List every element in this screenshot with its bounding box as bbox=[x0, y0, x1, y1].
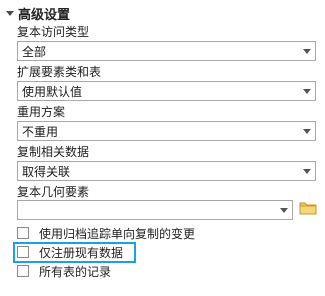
reuse-schema-value: 不重用 bbox=[22, 124, 59, 139]
archive-one-way-checkbox[interactable] bbox=[17, 227, 29, 239]
replicate-related-value: 取得关联 bbox=[22, 164, 71, 179]
folder-icon[interactable] bbox=[299, 200, 317, 216]
all-records-label: 所有表的记录 bbox=[39, 264, 112, 279]
dropdown-arrow-icon[interactable] bbox=[299, 162, 315, 180]
section-title: 高级设置 bbox=[18, 7, 71, 23]
all-records-checkbox[interactable] bbox=[17, 265, 29, 277]
reuse-schema-label: 重用方案 bbox=[17, 105, 66, 119]
advanced-settings-header[interactable]: 高级设置 bbox=[4, 3, 70, 23]
all-records-checkbox-row[interactable]: 所有表的记录 bbox=[17, 262, 111, 280]
archive-one-way-checkbox-row[interactable]: 使用归档追踪单向复制的变更 bbox=[17, 224, 195, 242]
replica-geometry-label: 复本几何要素 bbox=[17, 185, 90, 199]
replica-access-type-value: 全部 bbox=[22, 44, 47, 59]
replicate-related-label: 复制相关数据 bbox=[17, 145, 90, 159]
extend-feature-classes-value: 使用默认值 bbox=[22, 84, 83, 99]
replica-geometry-dropdown[interactable] bbox=[17, 200, 293, 220]
extend-feature-classes-label: 扩展要素类和表 bbox=[17, 65, 102, 79]
archive-one-way-label: 使用归档追踪单向复制的变更 bbox=[39, 226, 196, 241]
chevron-down-icon[interactable] bbox=[6, 10, 14, 16]
replica-access-type-dropdown[interactable]: 全部 bbox=[17, 41, 316, 61]
dropdown-arrow-icon[interactable] bbox=[299, 42, 315, 60]
dropdown-arrow-icon[interactable] bbox=[276, 201, 292, 219]
extend-feature-classes-dropdown[interactable]: 使用默认值 bbox=[17, 81, 316, 101]
reuse-schema-dropdown[interactable]: 不重用 bbox=[17, 121, 316, 141]
dropdown-arrow-icon[interactable] bbox=[299, 82, 315, 100]
highlight-box bbox=[13, 242, 136, 263]
replicate-related-dropdown[interactable]: 取得关联 bbox=[17, 161, 316, 181]
dropdown-arrow-icon[interactable] bbox=[299, 122, 315, 140]
replica-access-type-label: 复本访问类型 bbox=[17, 25, 90, 39]
